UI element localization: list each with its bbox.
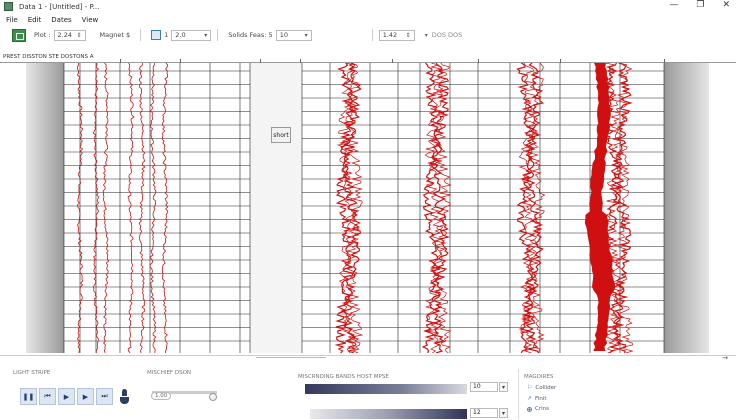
gradient-bottom-value: 12 — [473, 409, 481, 416]
solids-label: Solids Feas: 5 — [228, 31, 273, 39]
toolbar: Plot : 2.24 Magnet $ 1 2.0 Solids Feas: … — [0, 26, 736, 44]
mode-label: Crins — [535, 406, 549, 412]
gradient-bar-bottom[interactable] — [310, 409, 467, 419]
mode-label: Finit — [535, 395, 547, 402]
plot-input[interactable]: 2.24 — [53, 29, 86, 41]
solids-select[interactable]: 10 — [275, 29, 312, 41]
separator — [140, 29, 142, 41]
play-icon: ▶ — [63, 392, 70, 401]
scale-value: 2.0 — [175, 30, 186, 39]
solids-value: 10 — [279, 30, 288, 39]
close-button[interactable]: ✕ — [722, 0, 730, 10]
chevron-down-icon[interactable]: ▾ — [425, 32, 428, 39]
mode-option-crins[interactable]: Crins — [527, 406, 549, 412]
annotation-label: short — [273, 131, 289, 139]
menu-file[interactable]: File — [6, 16, 18, 24]
mode-option-finit[interactable]: ↗ Finit — [527, 395, 547, 402]
trace-line — [161, 63, 169, 353]
skip-forward-icon: ⏭ — [101, 392, 108, 400]
trace-line — [138, 63, 146, 353]
volume-value[interactable]: 1.00 — [151, 392, 172, 400]
annotation-box[interactable]: short — [271, 127, 291, 143]
right-gutter — [664, 63, 709, 353]
flag-icon: ⚐ — [527, 384, 533, 391]
pause-button[interactable]: ❚❚ — [20, 388, 37, 405]
speaker-icon[interactable] — [120, 389, 129, 405]
separator — [371, 29, 373, 41]
zoom-value: 1.42 — [382, 30, 398, 39]
play-button[interactable]: ▶ — [58, 388, 75, 405]
gradient-top-value: 10 — [473, 383, 481, 390]
step-forward-icon: ▶ — [82, 392, 89, 401]
gradient-bottom-input[interactable]: 12 — [470, 408, 498, 418]
menu-view[interactable]: View — [82, 16, 99, 24]
trace-line — [149, 63, 157, 353]
window-title: Data 1 - [Untitled] - P... — [19, 2, 100, 11]
menu-bar: File Edit Dates View — [0, 14, 736, 26]
mode-option-collider[interactable]: ⚐ Collider — [527, 384, 556, 391]
skip-back-icon: ⏮ — [44, 392, 51, 400]
step-forward-button[interactable]: ▶ — [77, 388, 94, 405]
skip-back-button[interactable]: ⏮ — [39, 388, 56, 405]
zoom-input[interactable]: 1.42 — [378, 29, 415, 41]
pause-icon: ❚❚ — [22, 392, 35, 401]
gradient-top-dropdown[interactable]: ▾ — [499, 382, 508, 392]
center-gap — [250, 63, 302, 353]
slider-knob[interactable] — [209, 393, 217, 401]
scale-select[interactable]: 2.0 — [171, 29, 212, 41]
playback-title: LIGHT STRIPE — [13, 370, 51, 376]
ruler: PREST DISSTON STE DOSTONS A — [0, 54, 736, 63]
menu-dates[interactable]: Dates — [51, 16, 71, 24]
left-gutter — [26, 63, 64, 353]
traces — [76, 63, 634, 353]
plot-value: 2.24 — [57, 30, 72, 39]
radio-selected-icon — [527, 406, 532, 412]
menu-edit[interactable]: Edit — [28, 16, 42, 24]
divider — [518, 369, 519, 419]
scale-icon[interactable] — [151, 30, 162, 40]
trace-line — [127, 63, 135, 353]
trace-plot[interactable] — [0, 63, 736, 353]
volume-title: MISCHIEF DSON — [147, 370, 192, 376]
mode-label: Collider — [535, 384, 557, 391]
window-controls: — ❐ ✕ — [669, 0, 730, 10]
gradient-bottom-dropdown[interactable]: ▾ — [499, 408, 508, 418]
magnet-label: Magnet $ — [99, 31, 131, 39]
skip-forward-button[interactable]: ⏭ — [96, 388, 113, 405]
title-bar: Data 1 - [Untitled] - P... — ❐ ✕ — [0, 0, 736, 13]
gradient-top-input[interactable]: 10 — [470, 382, 498, 392]
modes-title: MAGDIRES — [524, 374, 554, 380]
plot-label: Plot : — [34, 31, 51, 39]
minimize-button[interactable]: — — [669, 0, 678, 10]
arrow-icon: ↗ — [527, 395, 533, 402]
gradient-title: MISCRNDING BANDS HOST MPSE — [298, 374, 389, 380]
trace-line — [102, 63, 110, 353]
scale-prefix: 1 — [164, 31, 169, 39]
gradient-bar-top[interactable] — [305, 384, 467, 394]
chart-icon[interactable] — [12, 28, 26, 42]
panel-handle[interactable] — [256, 357, 326, 358]
ruler-label: PREST DISSTON STE DOSTONS A — [3, 54, 94, 60]
extra-label: DOS DOS — [431, 31, 463, 39]
app-icon — [4, 2, 13, 11]
bottom-panel: → LIGHT STRIPE ❚❚ ⏮ ▶ ▶ ⏭ MISCHIEF DSON … — [0, 354, 736, 420]
arrow-right-icon[interactable]: → — [722, 354, 728, 362]
restore-button[interactable]: ❐ — [696, 0, 704, 10]
separator — [217, 29, 219, 41]
